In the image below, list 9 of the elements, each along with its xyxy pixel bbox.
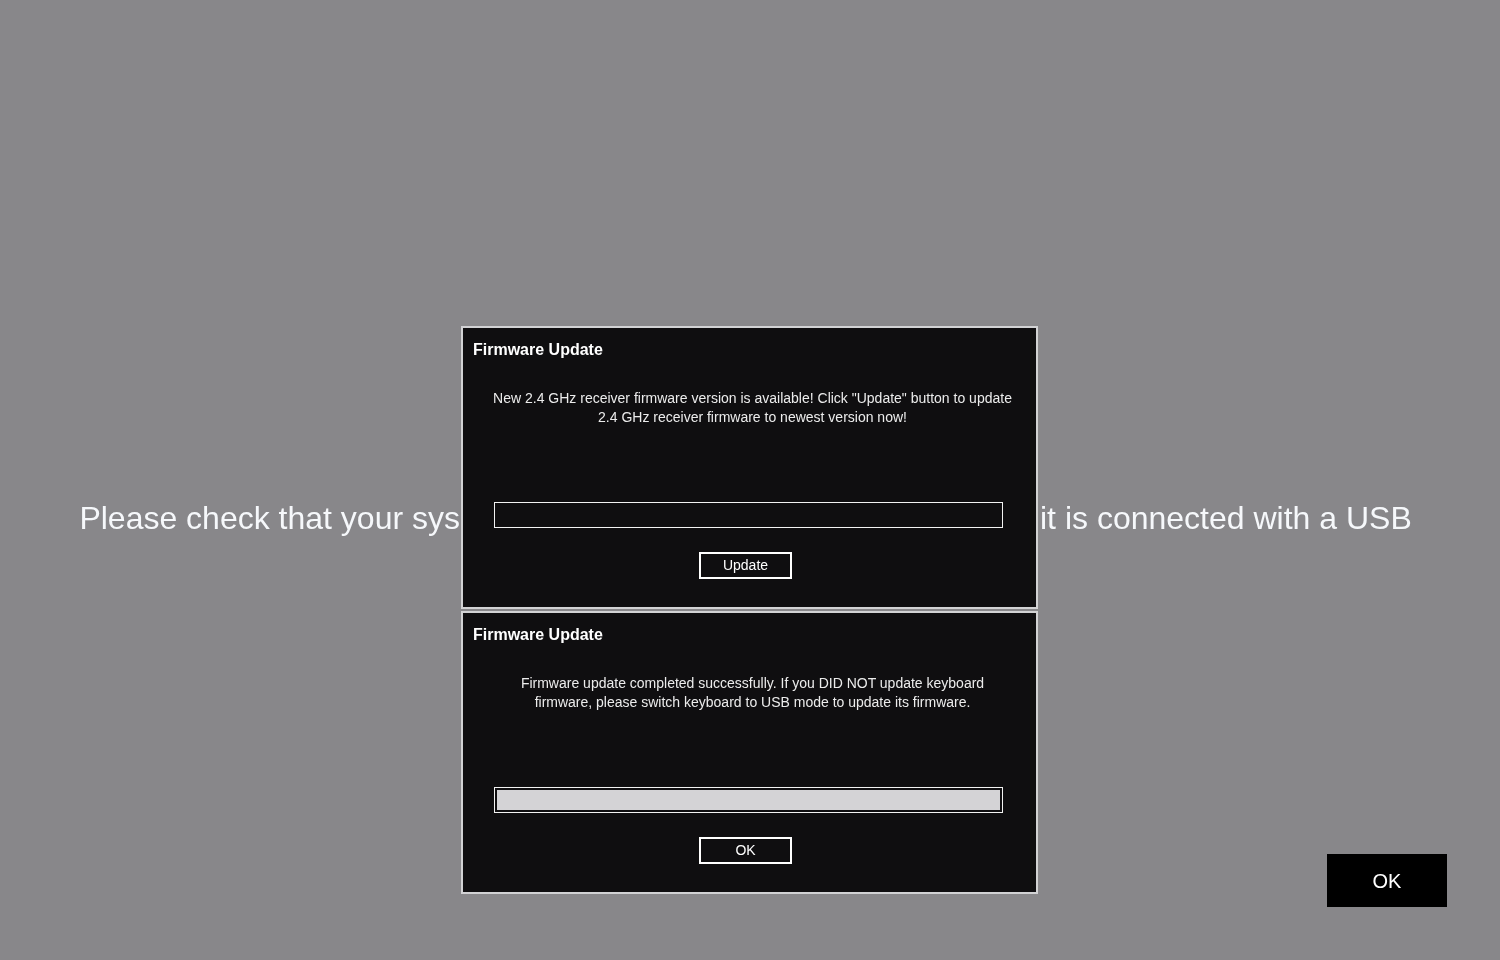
dialog-title: Firmware Update (473, 625, 603, 645)
dialog-button[interactable]: OK (699, 837, 792, 864)
dialog-button[interactable]: Update (699, 552, 792, 579)
dialog-title: Firmware Update (473, 340, 603, 360)
dialog-message: Firmware update completed successfully. If you DID NOT update keyboard firmware, please switch keyboard to USB mode to update its firmware. (520, 674, 985, 712)
ok-button[interactable]: OK (1327, 854, 1447, 907)
dialog-message: New 2.4 GHz receiver firmware version is available! Click "Update" button to update 2.4 GHz receiver firmware to newest version now! (493, 389, 1012, 427)
background-message: it is connected with a USB (1040, 499, 1412, 538)
background-message: Please check that your sys (79, 499, 460, 538)
